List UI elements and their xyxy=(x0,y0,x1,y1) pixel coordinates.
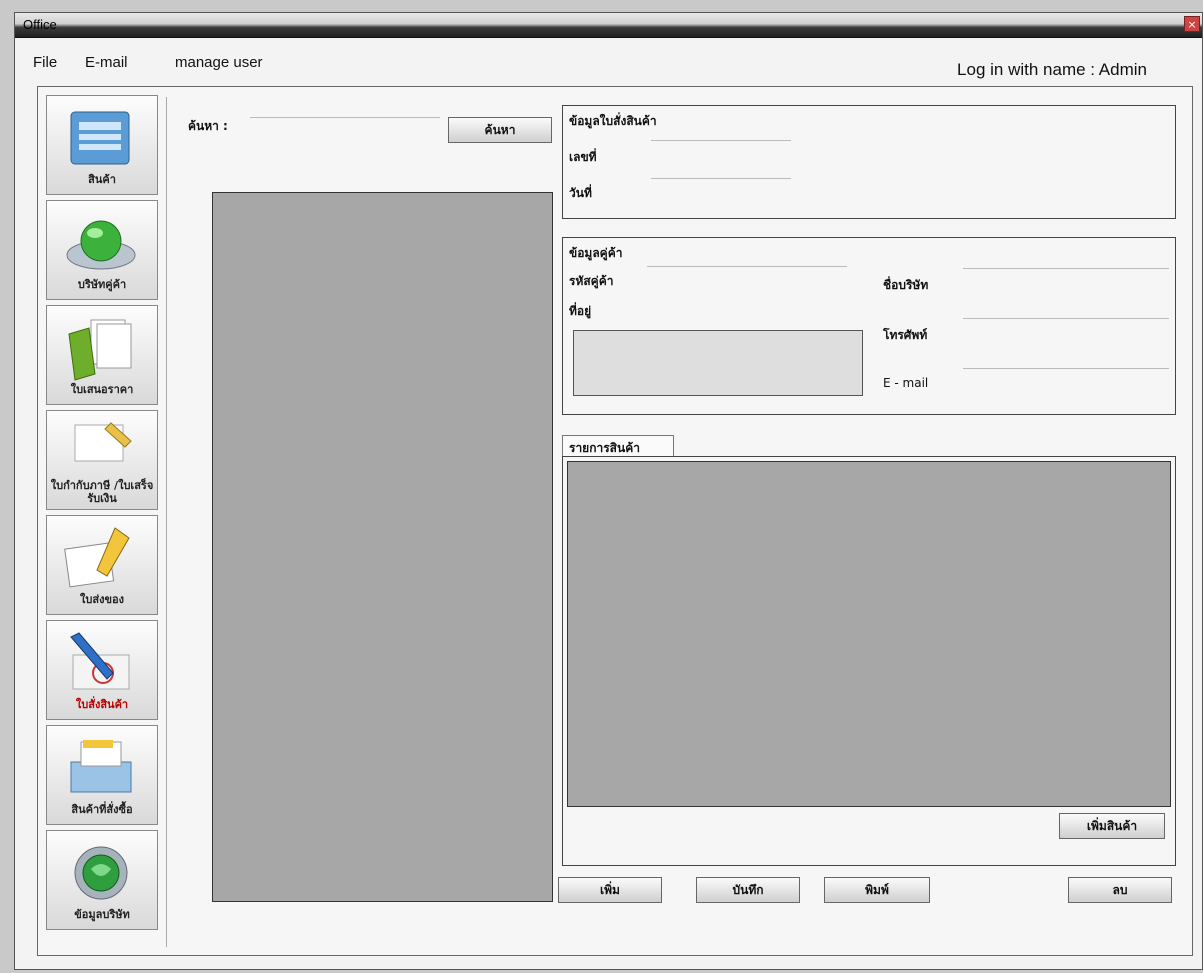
tab-items[interactable]: รายการสินค้า xyxy=(562,435,674,457)
order-info-title: ข้อมูลใบสั่งสินค้า xyxy=(569,114,657,128)
company-info-icon xyxy=(74,846,128,900)
items-grid[interactable] xyxy=(567,461,1171,807)
order-number-label: เลขที่ xyxy=(569,150,597,164)
sidebar-item-products[interactable]: สินค้า xyxy=(46,95,158,195)
order-date-field[interactable] xyxy=(651,178,791,179)
phone-label: โทรศัพท์ xyxy=(883,328,928,342)
menu-manage-user[interactable]: manage user xyxy=(175,54,263,71)
sidebar-item-label: ใบส่งของ xyxy=(80,593,124,606)
office-window: Office × File E-mail manage user Log in … xyxy=(14,12,1203,970)
menu-email[interactable]: E-mail xyxy=(85,54,128,71)
close-icon[interactable]: × xyxy=(1184,16,1200,32)
address-textarea[interactable] xyxy=(573,330,863,396)
search-label: ค้นหา : xyxy=(188,119,228,133)
company-name-label: ชื่อบริษัท xyxy=(883,278,929,292)
sidebar-item-label: ข้อมูลบริษัท xyxy=(74,908,130,921)
sidebar-item-quotation[interactable]: ใบเสนอราคา xyxy=(46,305,158,405)
customer-code-field[interactable] xyxy=(647,266,847,267)
login-status: Log in with name : Admin xyxy=(957,60,1147,79)
sidebar-item-delivery[interactable]: ใบส่งของ xyxy=(46,515,158,615)
phone-field[interactable] xyxy=(963,318,1169,319)
search-button[interactable]: ค้นหา xyxy=(448,117,552,143)
receipt-note-icon xyxy=(74,422,132,462)
add-button[interactable]: เพิ่ม xyxy=(558,877,662,903)
window-title: Office xyxy=(23,17,57,32)
sidebar-item-ordered-products[interactable]: สินค้าที่สั่งซื้อ xyxy=(46,725,158,825)
sidebar-item-partners[interactable]: บริษัทคู่ค้า xyxy=(46,200,158,300)
order-number-field[interactable] xyxy=(651,140,791,141)
print-button[interactable]: พิมพ์ xyxy=(824,877,930,903)
pen-order-icon xyxy=(70,632,130,690)
customer-code-label: รหัสคู่ค้า xyxy=(569,274,614,288)
email-label: E - mail xyxy=(883,376,929,390)
add-item-button[interactable]: เพิ่มสินค้า xyxy=(1059,813,1165,839)
folder-documents-icon xyxy=(68,319,132,381)
customer-info-title: ข้อมูลคู่ค้า xyxy=(569,246,623,260)
sidebar-item-label: ใบเสนอราคา xyxy=(70,383,134,396)
main-panel: สินค้า บริษัทคู่ค้า ใบเสนอราคา ใบกำกับภา… xyxy=(37,86,1193,956)
sidebar-item-label: บริษัทคู่ค้า xyxy=(77,278,127,291)
sidebar-item-purchase-order[interactable]: ใบสั่งสินค้า xyxy=(46,620,158,720)
sidebar-item-label: สินค้า xyxy=(88,173,116,186)
email-field[interactable] xyxy=(963,368,1169,369)
printer-order-icon xyxy=(70,740,132,793)
order-list-grid[interactable] xyxy=(212,192,553,902)
sidebar-item-label: สินค้าที่สั่งซื้อ xyxy=(71,803,133,816)
address-label: ที่อยู่ xyxy=(569,304,592,318)
order-info-group: ข้อมูลใบสั่งสินค้า เลขที่ วันที่ xyxy=(562,105,1176,219)
customer-info-group: ข้อมูลคู่ค้า รหัสคู่ค้า ที่อยู่ ชื่อบริษ… xyxy=(562,237,1176,415)
search-input[interactable] xyxy=(250,117,440,118)
sidebar-item-tax-invoice[interactable]: ใบกำกับภาษี /ใบเสร็จรับเงิน xyxy=(46,410,158,510)
delivery-note-icon xyxy=(64,527,130,588)
delete-button[interactable]: ลบ xyxy=(1068,877,1172,903)
product-folder-icon xyxy=(70,111,130,165)
items-tab-panel: เพิ่มสินค้า xyxy=(562,456,1176,866)
save-button[interactable]: บันทึก xyxy=(696,877,800,903)
sidebar-item-label: ใบกำกับภาษี /ใบเสร็จรับเงิน xyxy=(50,479,154,505)
menu-file[interactable]: File xyxy=(33,54,57,71)
company-name-field[interactable] xyxy=(963,268,1169,269)
green-button-icon xyxy=(66,220,136,270)
title-bar: Office × xyxy=(15,13,1202,38)
order-date-label: วันที่ xyxy=(569,186,592,200)
sidebar-item-label: ใบสั่งสินค้า xyxy=(75,698,129,711)
sidebar-item-company-info[interactable]: ข้อมูลบริษัท xyxy=(46,830,158,930)
sidebar-divider xyxy=(166,97,167,947)
